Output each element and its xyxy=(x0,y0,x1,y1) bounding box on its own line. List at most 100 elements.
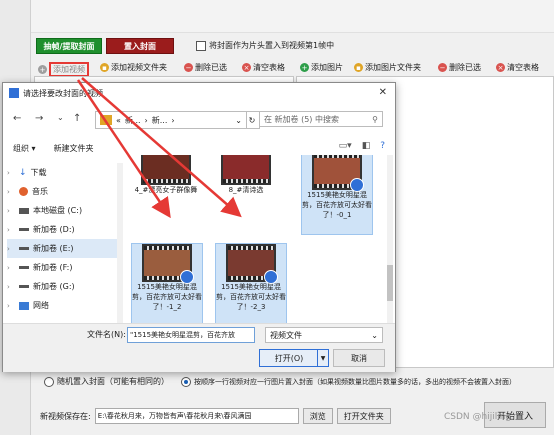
file-item[interactable]: 4_#漂亮女子群像舞 xyxy=(131,155,201,195)
tree-item[interactable]: › 本地磁盘 (C:) xyxy=(7,201,117,220)
random-mode-label: 随机置入封面（可能有相同的） xyxy=(57,377,169,386)
address-bar[interactable]: « 新... › 新... › ⌄ xyxy=(95,111,247,129)
download-icon: ↓ xyxy=(19,167,27,178)
watermark: CSDN @hijiling xyxy=(444,412,512,422)
filename-input[interactable]: "1515美艳女明星混剪，百花齐放 xyxy=(127,327,255,343)
drive-icon xyxy=(19,285,29,288)
tree-item-label: 新加卷 (F:) xyxy=(33,263,73,272)
tree-item[interactable]: › 网络 xyxy=(7,296,117,315)
file-grid-scrollbar[interactable] xyxy=(387,155,393,323)
address-dropdown-icon[interactable]: ⌄ xyxy=(235,116,242,125)
video-thumbnail xyxy=(141,155,191,185)
close-icon[interactable]: ✕ xyxy=(379,87,387,98)
first-frame-checkbox[interactable] xyxy=(196,40,206,51)
browse-button[interactable]: 浏览 xyxy=(302,408,333,424)
clear-video-table-label: 清空表格 xyxy=(253,63,285,72)
insert-cover-button[interactable]: 置入封面 xyxy=(106,38,174,54)
add-video-folder-button[interactable]: ▪ 添加视频文件夹 xyxy=(100,62,167,73)
random-mode-option[interactable]: 随机置入封面（可能有相同的） xyxy=(44,376,169,387)
chevron-right-icon: › xyxy=(7,282,10,291)
file-open-dialog: 请选择要改封面的视频 ✕ ← → ⌄ ↑ « 新... › 新... › ⌄ ↻… xyxy=(2,82,396,372)
file-grid: 4_#漂亮女子群像舞 8_#清诗选 1515美艳女明星混剪，百花齐放可太好看了！… xyxy=(127,155,387,323)
tree-item-label: 网络 xyxy=(33,301,49,310)
add-image-label: 添加图片 xyxy=(311,63,343,72)
sequence-mode-option[interactable]: 按顺序一行视频对应一行图片置入封面（如果视频数量比图片数量多的话，多出的视频不会… xyxy=(181,376,516,387)
add-image-folder-button[interactable]: ▪ 添加图片文件夹 xyxy=(354,62,421,73)
add-image-button[interactable]: + 添加图片 xyxy=(300,62,343,73)
title-strip xyxy=(0,0,554,33)
add-video-button[interactable]: + 添加视频 xyxy=(38,62,89,77)
filename-label: 文件名(N): xyxy=(87,330,126,339)
delete-selected-videos-label: 删除已选 xyxy=(195,63,227,72)
file-item[interactable]: 8_#清诗选 xyxy=(211,155,281,195)
chevron-right-icon: › xyxy=(7,168,10,177)
sequence-mode-label: 按顺序一行视频对应一行图片置入封面（如果视频数量比图片数量多的话，多出的视频不会… xyxy=(194,377,516,386)
up-arrow-icon[interactable]: ↑ xyxy=(73,113,81,124)
media-badge-icon xyxy=(264,270,278,284)
back-arrow-icon[interactable]: ← xyxy=(13,113,21,124)
chevron-right-icon: › xyxy=(7,187,10,196)
sequence-mode-radio[interactable] xyxy=(181,376,191,387)
scroll-thumb[interactable] xyxy=(387,265,393,301)
file-name: 1515美艳女明星混剪，百花齐放可太好看了！-2_3 xyxy=(216,283,286,311)
navigation-tree: › ↓ 下载 › 音乐 › 本地磁盘 (C:) › 新加卷 (D:) › 新加卷… xyxy=(7,163,117,323)
clear-video-table-button[interactable]: × 清空表格 xyxy=(242,62,285,73)
delete-selected-images-button[interactable]: − 删除已选 xyxy=(438,62,481,73)
file-name: 1515美艳女明星混剪，百花齐放可太好看了！-1_2 xyxy=(132,283,202,311)
media-badge-icon xyxy=(350,178,364,192)
address-crumb-2[interactable]: 新... xyxy=(152,115,168,126)
add-video-label: 添加视频 xyxy=(49,62,89,77)
open-dropdown-icon[interactable]: ▼ xyxy=(317,349,329,367)
tree-item[interactable]: › 新加卷 (F:) xyxy=(7,258,117,277)
extract-cover-button[interactable]: 抽帧/提取封面 xyxy=(36,38,102,54)
tree-scrollbar[interactable] xyxy=(117,163,123,323)
add-image-folder-label: 添加图片文件夹 xyxy=(365,63,421,72)
drive-icon xyxy=(19,207,29,214)
filetype-select[interactable]: 视频文件 ⌄ xyxy=(265,327,383,343)
save-path-field[interactable]: E:\春花秋月来，万物皆有声\春花秋月来\春风满园 xyxy=(94,408,299,424)
refresh-icon[interactable]: ↻ xyxy=(245,111,260,129)
clear-icon: × xyxy=(242,63,251,72)
file-item-selected[interactable]: 1515美艳女明星混剪，百花齐放可太好看了！-0_1 xyxy=(301,155,373,235)
help-icon[interactable]: ? xyxy=(380,141,385,151)
crumb-separator-icon: › xyxy=(144,115,148,125)
insert-mode-options: 随机置入封面（可能有相同的） 按顺序一行视频对应一行图片置入封面（如果视频数量比… xyxy=(44,376,516,387)
tree-item[interactable]: › ↓ 下载 xyxy=(7,163,117,182)
folder-icon: ▪ xyxy=(100,63,109,72)
random-mode-radio[interactable] xyxy=(44,376,54,387)
folder-icon: ▪ xyxy=(354,63,363,72)
recent-chevron-icon[interactable]: ⌄ xyxy=(57,113,64,122)
organize-menu[interactable]: 组织 ▾ xyxy=(13,143,36,154)
open-button[interactable]: 打开(O) xyxy=(259,349,319,367)
tree-item[interactable]: › 新加卷 (G:) xyxy=(7,277,117,296)
search-icon: ⚲ xyxy=(372,114,378,124)
address-crumb-1[interactable]: 新... xyxy=(125,115,141,126)
file-item-selected[interactable]: 1515美艳女明星混剪，百花齐放可太好看了！-1_2 xyxy=(131,243,203,323)
chevron-down-icon: ⌄ xyxy=(371,330,378,340)
address-overflow[interactable]: « xyxy=(116,116,121,125)
dialog-title-bar: 请选择要改封面的视频 xyxy=(3,83,395,103)
search-field[interactable]: 在 新加卷 (5) 中搜索 ⚲ xyxy=(259,111,383,127)
forward-arrow-icon[interactable]: → xyxy=(35,113,43,124)
search-placeholder: 在 新加卷 (5) 中搜索 xyxy=(264,114,339,124)
new-folder-button[interactable]: 新建文件夹 xyxy=(54,143,94,154)
filetype-value: 视频文件 xyxy=(270,330,302,340)
tree-item-selected[interactable]: › 新加卷 (E:) xyxy=(7,239,117,258)
cancel-button[interactable]: 取消 xyxy=(333,349,385,367)
open-folder-button[interactable]: 打开文件夹 xyxy=(336,408,391,424)
first-frame-option[interactable]: 将封面作为片头置入到视频第1帧中 xyxy=(196,40,334,51)
view-mode-icon[interactable]: ▭▾ xyxy=(339,141,352,151)
file-item-selected[interactable]: 1515美艳女明星混剪，百花齐放可太好看了！-2_3 xyxy=(215,243,287,323)
plus-icon: + xyxy=(38,65,47,74)
tree-item-label: 新加卷 (E:) xyxy=(33,244,74,253)
clear-image-table-label: 清空表格 xyxy=(507,63,539,72)
chevron-right-icon: › xyxy=(7,301,10,310)
video-thumbnail xyxy=(221,155,271,185)
tree-item[interactable]: › 新加卷 (D:) xyxy=(7,220,117,239)
delete-selected-videos-button[interactable]: − 删除已选 xyxy=(184,62,227,73)
preview-pane-icon[interactable]: ◧ xyxy=(362,141,371,151)
tree-item[interactable]: › 音乐 xyxy=(7,182,117,201)
app-icon xyxy=(9,88,19,98)
clear-image-table-button[interactable]: × 清空表格 xyxy=(496,62,539,73)
music-icon xyxy=(19,187,28,196)
